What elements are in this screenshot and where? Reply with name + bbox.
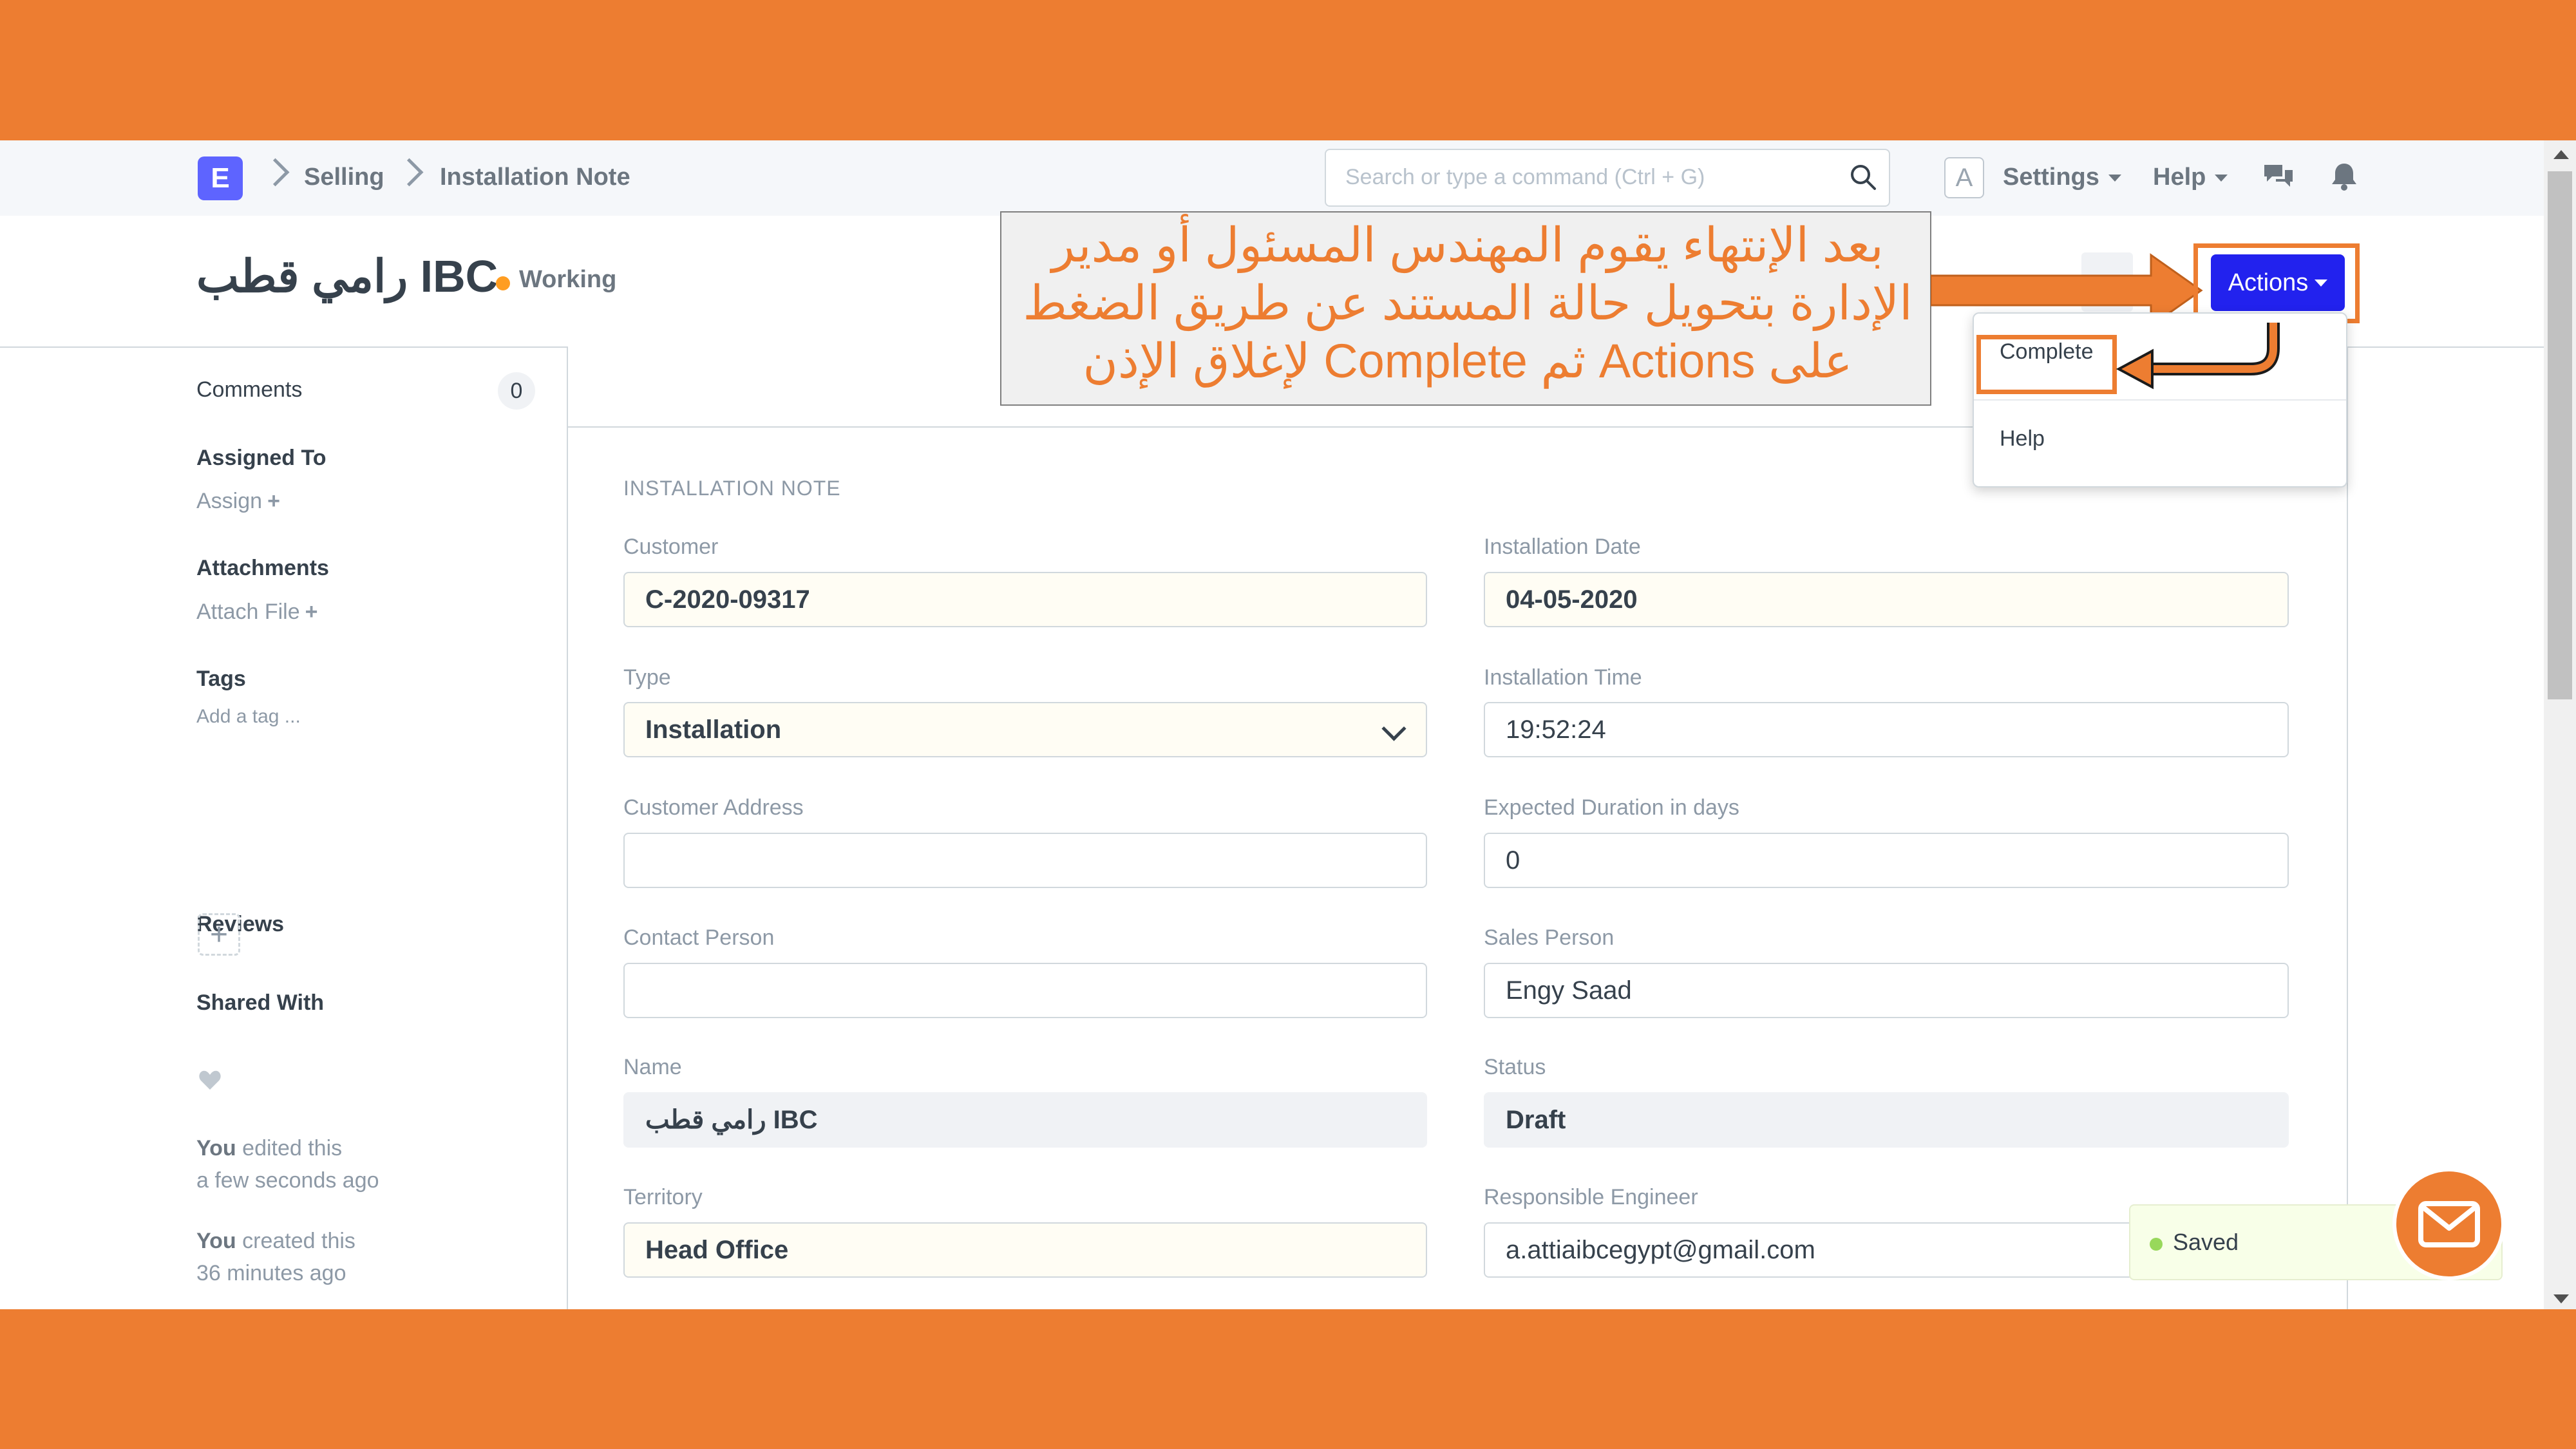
actions-button[interactable]: Actions [2211, 254, 2345, 311]
timeline-item: You edited this a few seconds ago [196, 1132, 379, 1197]
arrow-curved-icon [2116, 323, 2280, 390]
scroll-up-arrow-icon[interactable] [2553, 150, 2569, 159]
user-avatar[interactable]: A [1944, 157, 1984, 198]
customer-field[interactable]: C-2020-09317 [623, 572, 1427, 627]
contact-person-label: Contact Person [623, 925, 775, 950]
success-dot-icon [2150, 1238, 2163, 1251]
type-value: Installation [645, 715, 782, 744]
name-field: رامي قطب IBC [623, 1092, 1427, 1148]
timeline-action: edited this [242, 1136, 343, 1160]
customer-label: Customer [623, 535, 719, 559]
caret-down-icon [2108, 175, 2121, 182]
annotation-line: على Actions ثم Complete لإغلاق الإذن [1083, 334, 1853, 388]
search-input[interactable] [1344, 160, 1836, 194]
complete-highlight [1976, 335, 2117, 394]
menu-divider [1974, 399, 2346, 401]
expected-duration-label: Expected Duration in days [1484, 795, 1739, 820]
timeline-action: created this [242, 1229, 355, 1253]
add-tag-link[interactable]: Add a tag ... [196, 706, 301, 728]
status-label: Working [519, 266, 617, 293]
help-menu[interactable]: Help [2153, 164, 2228, 191]
app-logo[interactable]: E [198, 156, 243, 200]
attach-file-button[interactable]: Attach File + [196, 600, 317, 625]
annotation-line: بعد الإنتهاء يقوم المهندس المسئول أو مدي… [1052, 218, 1884, 272]
assign-label: Assign [196, 489, 263, 513]
tags-heading: Tags [196, 667, 246, 691]
attachments-heading: Attachments [196, 556, 329, 580]
actions-label: Actions [2228, 269, 2309, 296]
name-label: Name [623, 1055, 682, 1079]
type-label: Type [623, 665, 671, 690]
search-box[interactable] [1325, 149, 1890, 207]
settings-label: Settings [2003, 164, 2099, 191]
page-title: رامي قطب IBC [196, 251, 498, 301]
share-add-button[interactable]: + [198, 913, 240, 956]
mail-button[interactable] [2392, 1168, 2505, 1280]
scroll-down-arrow-icon[interactable] [2553, 1294, 2569, 1303]
responsible-engineer-label: Responsible Engineer [1484, 1185, 1698, 1209]
territory-field[interactable]: Head Office [623, 1222, 1427, 1278]
section-title: INSTALLATION NOTE [623, 477, 841, 500]
app-window: E Selling Installation Note A Settings H… [0, 140, 2576, 1309]
help-label: Help [2153, 164, 2206, 191]
chevron-right-icon [395, 158, 424, 187]
menu-item-help[interactable]: Help [2000, 426, 2045, 451]
installation-time-field[interactable]: 19:52:24 [1484, 702, 2289, 757]
caret-down-icon [2215, 175, 2228, 182]
contact-person-field[interactable] [623, 963, 1427, 1018]
scrollbar-thumb[interactable] [2548, 171, 2572, 699]
annotation-callout: بعد الإنتهاء يقوم المهندس المسئول أو مدي… [1000, 211, 1931, 406]
installation-date-field[interactable]: 04-05-2020 [1484, 572, 2289, 627]
type-select[interactable]: Installation [623, 702, 1427, 757]
settings-menu[interactable]: Settings [2003, 164, 2121, 191]
breadcrumb-selling[interactable]: Selling [304, 164, 384, 191]
comments-count-badge: 0 [498, 372, 535, 410]
timeline-time: a few seconds ago [196, 1168, 379, 1193]
installation-time-label: Installation Time [1484, 665, 1642, 690]
mail-icon [2418, 1200, 2480, 1247]
timeline-user: You [196, 1229, 236, 1253]
search-icon[interactable] [1849, 163, 1877, 191]
customer-address-label: Customer Address [623, 795, 804, 820]
installation-date-label: Installation Date [1484, 535, 1641, 559]
breadcrumb-installation-note[interactable]: Installation Note [440, 164, 630, 191]
status-indicator [496, 276, 510, 290]
status-field-label: Status [1484, 1055, 1546, 1079]
chevron-down-icon [1381, 716, 1406, 741]
shared-with-heading: Shared With [196, 990, 325, 1015]
bell-icon[interactable] [2327, 160, 2361, 193]
heart-icon[interactable] [198, 1068, 222, 1092]
chevron-right-icon [261, 158, 290, 187]
expected-duration-field[interactable]: 0 [1484, 833, 2289, 888]
sales-person-label: Sales Person [1484, 925, 1615, 950]
customer-address-field[interactable] [623, 833, 1427, 888]
plus-icon: + [267, 489, 280, 513]
sales-person-field[interactable]: Engy Saad [1484, 963, 2289, 1018]
timeline-user: You [196, 1136, 236, 1160]
assign-button[interactable]: Assign + [196, 489, 280, 514]
timeline-time: 36 minutes ago [196, 1261, 346, 1285]
plus-icon: + [305, 600, 318, 624]
caret-down-icon [2315, 279, 2328, 287]
top-navbar: E Selling Installation Note A Settings H… [0, 140, 2544, 217]
chat-icon[interactable] [2262, 160, 2295, 193]
status-field: Draft [1484, 1092, 2289, 1148]
assigned-to-heading: Assigned To [196, 446, 327, 470]
annotation-line: الإدارة بتحويل حالة المستند عن طريق الضغ… [1023, 276, 1913, 330]
attach-file-label: Attach File [196, 600, 300, 624]
comments-label[interactable]: Comments [196, 377, 302, 402]
saved-text: Saved [2173, 1229, 2239, 1255]
timeline-item: You created this 36 minutes ago [196, 1225, 355, 1289]
territory-label: Territory [623, 1185, 703, 1209]
